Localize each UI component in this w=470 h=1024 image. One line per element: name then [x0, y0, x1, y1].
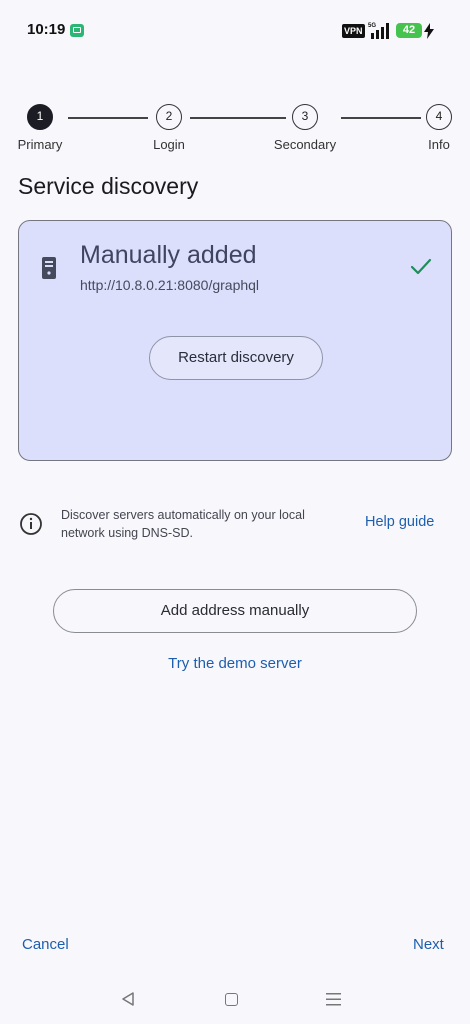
back-triangle-icon[interactable] — [120, 991, 136, 1007]
help-guide-link[interactable]: Help guide — [365, 514, 434, 530]
step-label: Primary — [17, 137, 63, 152]
cancel-button[interactable]: Cancel — [22, 936, 69, 953]
server-icon — [42, 257, 56, 279]
step-info: 4 Info — [404, 104, 470, 152]
step-label: Info — [428, 137, 450, 152]
server-name: Manually added — [80, 241, 257, 269]
signal-5g-icon: 5G — [368, 23, 389, 39]
check-icon — [410, 258, 432, 275]
vpn-badge: VPN — [342, 24, 365, 38]
step-secondary: 3 Secondary — [270, 104, 340, 152]
server-url: http://10.8.0.21:8080/graphql — [80, 277, 260, 293]
step-number: 4 — [426, 104, 452, 130]
page-title: Service discovery — [18, 173, 199, 199]
battery-indicator: 42 — [396, 23, 422, 38]
step-primary: 1 Primary — [5, 104, 75, 152]
info-icon — [20, 513, 42, 535]
status-time: 10:19 — [27, 21, 66, 38]
bolt-icon — [424, 23, 434, 39]
home-square-icon[interactable] — [225, 993, 238, 1006]
menu-lines-icon[interactable] — [326, 993, 341, 1006]
next-button[interactable]: Next — [413, 936, 444, 953]
step-number: 3 — [292, 104, 318, 130]
step-number: 1 — [27, 104, 53, 130]
network-label: 5G — [368, 23, 376, 29]
add-address-manually-button[interactable]: Add address manually — [53, 589, 417, 633]
screen-notification-icon — [70, 24, 84, 37]
try-demo-server-link[interactable]: Try the demo server — [0, 655, 470, 672]
step-label: Login — [153, 137, 185, 152]
step-number: 2 — [156, 104, 182, 130]
step-label: Secondary — [273, 137, 337, 152]
restart-discovery-button[interactable]: Restart discovery — [149, 336, 323, 380]
server-card[interactable]: Manually added http://10.8.0.21:8080/gra… — [18, 220, 452, 461]
status-bar: 10:19 VPN 5G 42 — [0, 0, 470, 60]
discovery-info-text: Discover servers automatically on your l… — [61, 508, 305, 540]
step-login: 2 Login — [134, 104, 204, 152]
